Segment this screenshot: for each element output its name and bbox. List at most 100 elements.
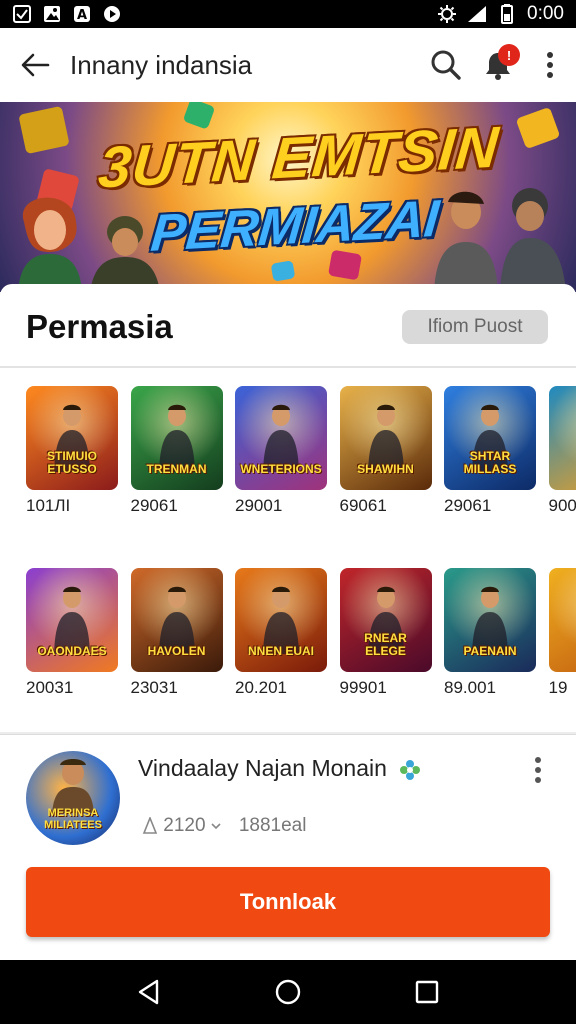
app-icon[interactable]: MERINSA MILIATEES [26,751,120,845]
game-title-art: HAVOLEN [147,644,206,658]
brightness-icon [437,5,457,23]
app-more-button[interactable] [534,757,554,787]
signal-icon [467,5,487,23]
play-notification-icon [102,5,122,23]
circle-home-icon [275,979,301,1005]
game-stat: 29061 [130,496,178,515]
system-nav-bar [0,960,576,1024]
game-thumbnail: OAONDAES [26,568,118,672]
status-bar: A 0:00 [0,0,576,28]
game-title-art: NNEN EUAI [247,644,314,658]
game-title-art: SA [553,645,576,658]
app-name: Vindaalay Najan Monain [138,753,478,784]
game-title-art: STIMUIO ETUSSO [47,449,97,476]
game-stat: 23031 [130,678,178,697]
app-meta: 2120 1881eal [142,815,306,837]
game-stat: 29001 [235,496,283,515]
game-title-art: PAENAIN [463,644,517,658]
game-item[interactable]: PAENAIN 89.001 [444,568,536,700]
decorative-tile [270,260,296,282]
notification-badge: ! [498,44,520,66]
banner-subheadline: PERMIAZAI [148,189,442,263]
game-title-art: SA [553,463,576,476]
overflow-menu-button[interactable] [524,28,576,102]
back-button[interactable] [0,28,70,102]
game-item[interactable]: SA 19 [548,568,576,700]
arrow-back-icon [21,53,50,77]
section-divider [0,366,576,368]
game-thumbnail: SHAWIHN [339,386,432,490]
game-item[interactable]: SHAWIHN 69061 [339,386,432,518]
game-stat: 20.201 [235,678,287,697]
promo-banner[interactable]: 3UTN EMTSIN PERMIAZAI [0,102,576,292]
game-stat: 900 [548,496,576,515]
game-stat: 19 [548,678,568,697]
games-section: Permasia Ifiom Puost STIMUIO ETUSSO 101ЛI… [0,284,576,732]
nav-recents-button[interactable] [407,972,447,1012]
verified-flower-icon [400,759,421,780]
more-vert-icon [547,52,553,78]
game-thumbnail: SHTAR MILLASS [444,386,536,490]
game-title-art: WNETERIONS [240,462,322,476]
games-grid: STIMUIO ETUSSO 101ЛI TRENMAN 29061 WNETERION… [26,386,576,726]
game-thumbnail: HAVOLEN [130,568,223,672]
game-title-art: TRENMAN [146,462,207,476]
decorative-tile [18,105,70,155]
game-title-art: RNEAR ELEGE [364,631,407,658]
featured-app: MERINSA MILIATEES Vindaalay Najan Monain… [0,734,576,960]
game-stat: 99901 [339,678,387,697]
search-button[interactable] [420,28,472,102]
decorative-tile [182,102,216,130]
game-title-art: SHAWIHN [357,462,414,476]
more-vert-icon [535,757,541,783]
page-title: Innany indansia [70,49,253,80]
game-item[interactable]: HAVOLEN 23031 [130,568,223,700]
status-time: 0:00 [527,3,564,24]
install-button[interactable]: Tonnloak [26,867,550,937]
nav-back-button[interactable] [129,972,169,1012]
user-icon [142,815,158,834]
square-recents-icon [415,980,438,1004]
game-thumbnail: WNETERIONS [235,386,327,490]
game-item[interactable]: TRENMAN 29061 [130,386,223,518]
app-icon-character [52,759,94,813]
game-item[interactable]: STIMUIO ETUSSO 101ЛI [26,386,118,518]
game-item[interactable]: NNEN EUAI 20.201 [235,568,327,700]
game-stat: 29061 [444,496,492,515]
game-thumbnail: SA [548,568,576,672]
section-more-button[interactable]: Ifiom Puost [402,310,548,344]
game-thumbnail: PAENAIN [444,568,536,672]
game-thumbnail: NNEN EUAI [235,568,327,672]
game-item[interactable]: SHTAR MILLASS 29061 [444,386,536,518]
app-name-text: Vindaalay Najan Monain [138,755,387,781]
game-title-art: SHTAR MILLASS [463,449,517,476]
game-item[interactable]: RNEAR ELEGE 99901 [339,568,432,700]
download-count: 2120 [163,815,206,836]
game-thumbnail: SA [548,386,576,490]
decorative-tile [515,106,561,150]
notifications-button[interactable]: ! [472,28,524,102]
game-item[interactable]: OAONDAES 20031 [26,568,118,700]
nav-home-button[interactable] [268,972,308,1012]
checkbox-notification-icon [12,5,32,23]
search-icon [431,50,461,80]
game-item[interactable]: SA 900 [548,386,576,518]
app-bar: Innany indansia ! [0,28,576,102]
app-size: 1881eal [238,815,307,836]
battery-icon [497,4,517,24]
svg-text:A: A [77,8,87,23]
section-title: Permasia [26,308,173,345]
game-stat: 89.001 [444,678,496,697]
triangle-back-icon [139,979,159,1005]
download-stat: 2120 [142,815,221,837]
app-icon-caption: MERINSA MILIATEES [44,807,102,831]
game-stat: 20031 [26,678,74,697]
chevron-down-icon [211,823,221,830]
game-stat: 101ЛI [26,496,71,515]
game-stat: 69061 [339,496,387,515]
game-item[interactable]: WNETERIONS 29001 [235,386,327,518]
game-thumbnail: STIMUIO ETUSSO [26,386,118,490]
game-thumbnail: RNEAR ELEGE [339,568,432,672]
game-title-art: OAONDAES [37,644,107,658]
app-notification-icon: A [72,5,92,23]
